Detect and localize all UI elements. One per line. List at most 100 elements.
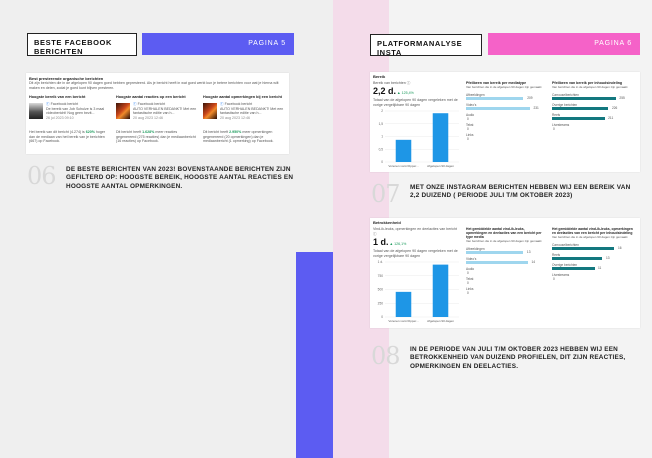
breakdown-value: 226 xyxy=(611,106,618,111)
breakdown-label: Overige berichten xyxy=(552,102,578,107)
reach-card: Bereik Bereik van berichten ⓘ 2,2 d. ▲ 1… xyxy=(370,72,640,172)
kpi-row: 2,2 d. ▲ 125,4% xyxy=(373,86,414,96)
breakdown-value: 13 xyxy=(606,256,610,261)
kpi-label: Vind-ik-leuks, opmerkingen en deelacties… xyxy=(373,227,458,236)
chart-bar[interactable] xyxy=(395,291,412,317)
breakdown-content-format: Het gemiddelde aantal vind-ik-leuks, opm… xyxy=(552,227,636,310)
caption-08: IN DE PERIODE VAN JULI T/M OKTOBER 2023 … xyxy=(410,346,626,370)
breakdown-bar xyxy=(552,267,595,270)
y-tick-label: 2 xyxy=(381,109,383,113)
post-date: 20 aug 2023 12:46 xyxy=(220,115,250,120)
breakdown-label: Carrouselberichten xyxy=(552,242,579,247)
column-heading: Hoogste aantal opmerkingen bij een beric… xyxy=(203,95,282,99)
kpi-row: 1 d. ▲ 126,1% xyxy=(373,237,406,247)
post-text: De bereik van Job Schulze is 3 maal vide… xyxy=(46,106,105,116)
breakdown-value: 0 xyxy=(553,276,555,281)
chart-bar[interactable] xyxy=(395,139,412,162)
breakdown-bar xyxy=(466,261,528,264)
kpi-label: Bereik van berichten ⓘ xyxy=(373,81,411,85)
post-thumbnail[interactable] xyxy=(29,103,43,119)
x-category-label: Afgelopen 90 dagen xyxy=(427,319,454,323)
left-header-title: BESTE FACEBOOK BERICHTEN xyxy=(27,33,137,56)
breakdown-list: Carrouselberichten 16 Reels 13 Overige beric… xyxy=(552,240,636,310)
facebook-icon: ⓕ xyxy=(133,102,137,106)
breakdown-label: Video's xyxy=(466,102,477,107)
breakdown-bar xyxy=(466,251,524,254)
breakdown-value: 0 xyxy=(553,126,555,131)
x-category-label: Vorenen vorm/Opper... xyxy=(388,319,418,323)
post-source: Facebook bericht xyxy=(50,102,79,106)
y-tick-label: 1,5 xyxy=(379,122,384,126)
engagement-bar-chart: 1 d. 750 500 250 0 Vorenen vorm/Opper... Afgel… xyxy=(378,260,459,323)
breakdown-value: 255 xyxy=(619,96,625,101)
right-header-title: PLATFORMANALYSE INSTA xyxy=(370,34,482,57)
y-tick-label: 250 xyxy=(378,301,384,305)
breakdown-value: 211 xyxy=(608,116,614,121)
post-source: Facebook bericht xyxy=(224,102,253,106)
y-tick-label: 1 d. xyxy=(378,260,383,264)
kpi-note: Totaal van de afgelopen 90 dagen vergele… xyxy=(373,249,458,258)
card-title: Betrokkenheid xyxy=(373,220,401,225)
facebook-icon: ⓕ xyxy=(46,102,50,106)
post-stat: Dit bericht heeft 1.628% meer reacties g… xyxy=(116,130,196,144)
breakdown-value: 0 xyxy=(467,136,469,141)
post-source: Facebook bericht xyxy=(137,102,166,106)
breakdown-label: Video's xyxy=(466,256,477,261)
breakdown-value: 11 xyxy=(598,266,602,271)
post-column-reach: Hoogste bereik van een bericht ⓕ Faceboo… xyxy=(29,95,111,143)
column-heading: Hoogste aantal reacties op een bericht xyxy=(116,95,186,99)
breakdown-value: 0 xyxy=(467,290,469,295)
breakdown-value: 231 xyxy=(533,106,539,111)
y-tick-label: 0 xyxy=(381,315,383,319)
post-thumbnail[interactable] xyxy=(203,103,217,119)
facebook-icon: ⓕ xyxy=(220,102,224,106)
column-heading: Hoogste bereik van een bericht xyxy=(29,95,86,99)
breakdown-bar xyxy=(466,97,524,100)
info-icon: ⓘ xyxy=(373,231,377,236)
x-category-label: Afgelopen 90 dagen xyxy=(427,164,454,168)
post-column-comments: Hoogste aantal opmerkingen bij een beric… xyxy=(203,95,287,143)
y-tick-label: 0,5 xyxy=(379,147,384,151)
breakdown-value: 209 xyxy=(527,96,533,101)
post-stat: Het bereik van dit bericht (4.274) is 62… xyxy=(29,130,106,144)
post-text: AUTO VERHALEN BEDANKT! Met een fantastis… xyxy=(220,106,284,116)
chart-bar[interactable] xyxy=(432,264,449,317)
post-thumbnail[interactable] xyxy=(116,103,130,119)
breakdown-value: 16 xyxy=(618,246,622,251)
section-number-06: 06 xyxy=(27,162,57,190)
kpi-change: ▲ 126,1% xyxy=(389,242,407,246)
blue-accent-strip xyxy=(296,252,333,458)
breakdown-value: 14 xyxy=(531,260,535,265)
breakdown-value: 13 xyxy=(526,250,531,255)
left-page-label: PAGINA 5 xyxy=(142,33,294,55)
caption-07: MET ONZE INSTAGRAM BERICHTEN HEBBEN WIJ … xyxy=(410,184,631,200)
breakdown-bar xyxy=(552,247,615,250)
breakdown-value: 0 xyxy=(467,270,469,275)
document-spread: BESTE FACEBOOK BERICHTEN PAGINA 5 Best p… xyxy=(0,0,652,458)
section-number-08: 08 xyxy=(371,342,401,370)
breakdown-label: Reels xyxy=(552,112,561,117)
breakdown-title: Het gemiddelde aantal vind-ik-leuks, opm… xyxy=(466,227,542,239)
breakdown-label: Overige berichten xyxy=(552,262,578,267)
caption-06: DE BESTE BERICHTEN VAN 2023! BOVENSTAAND… xyxy=(66,166,294,190)
breakdown-list: Afbeeldingen 13 Video's 14 Audio 0 Tekst 0 Links… xyxy=(466,244,546,314)
breakdown-list: Afbeeldingen 209 Video's 231 Audio 0 Tekst 0 Lin… xyxy=(466,90,546,160)
kpi-value: 2,2 d. xyxy=(373,86,397,96)
breakdown-value: 0 xyxy=(467,126,469,131)
breakdown-media-type: Het gemiddelde aantal vind-ik-leuks, opm… xyxy=(466,227,546,314)
breakdown-list: Carrouselberichten 255 Overige berichten 22… xyxy=(552,90,636,160)
breakdown-value: 0 xyxy=(467,116,469,121)
breakdown-bar xyxy=(552,107,609,110)
best-posts-card: Best presterende organische berichten Di… xyxy=(26,73,289,154)
y-tick-label: 1 xyxy=(381,135,383,139)
y-tick-label: 750 xyxy=(378,274,384,278)
breakdown-label: Carrouselberichten xyxy=(552,92,579,97)
y-tick-label: 500 xyxy=(378,288,384,292)
breakdown-bar xyxy=(552,97,616,100)
engagement-card: Betrokkenheid Vind-ik-leuks, opmerkingen… xyxy=(370,218,640,328)
kpi-change: ▲ 125,4% xyxy=(397,91,414,95)
reach-bar-chart: 2 1,5 1 0,5 0 Vorenen vorm/Opper... Afgelopen … xyxy=(379,109,459,168)
post-date: 20 aug 2023 12:46 xyxy=(133,115,163,120)
chart-bar[interactable] xyxy=(432,113,449,162)
post-stat: Dit bericht heeft 2.950% meer opmerkinge… xyxy=(203,130,274,144)
